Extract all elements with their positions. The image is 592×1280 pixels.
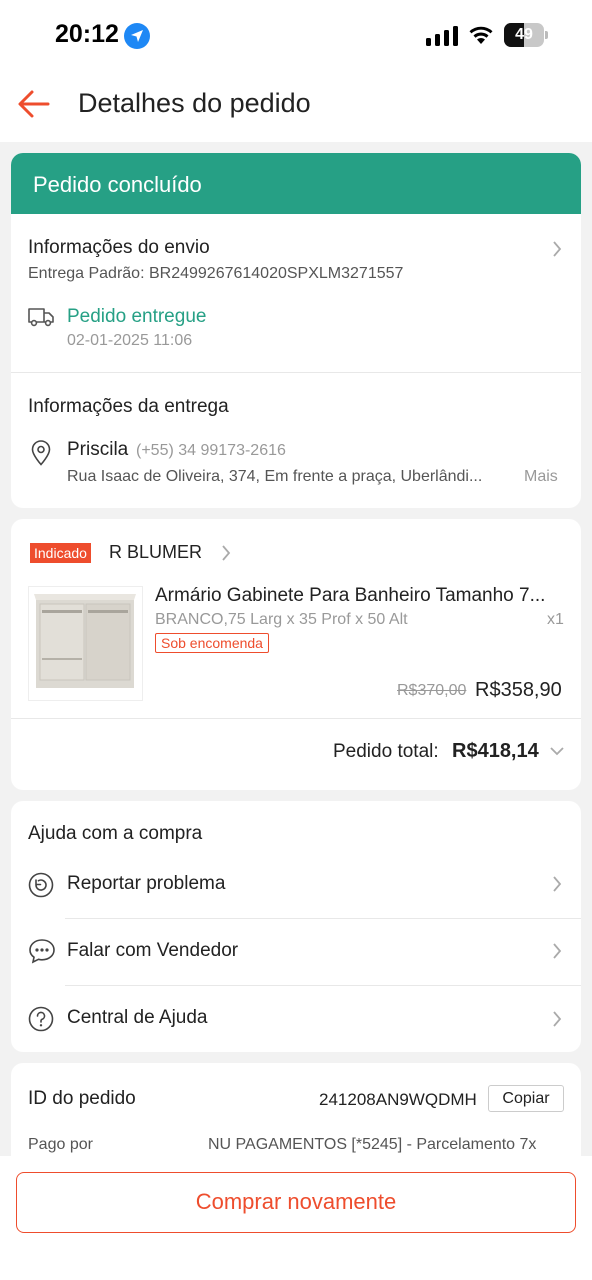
nav-bar: Detalhes do pedido — [0, 70, 592, 142]
tracking-number: Entrega Padrão: BR2499267614020SPXLM3271… — [28, 265, 404, 282]
help-icon — [28, 1006, 54, 1032]
order-total-value: R$418,14 — [452, 740, 539, 762]
shipping-info-title: Informações do envio — [28, 237, 210, 258]
chevron-right-icon — [553, 943, 562, 959]
page-title: Detalhes do pedido — [78, 88, 311, 118]
delivery-address: Rua Isaac de Oliveira, 374, Em frente a … — [67, 468, 483, 485]
product-card: Indicado R BLUMER Armário Gabinete Para … — [11, 519, 581, 790]
recommended-badge: Indicado — [30, 543, 91, 563]
delivery-date: 02-01-2025 11:06 — [67, 332, 193, 349]
product-image — [28, 586, 143, 701]
location-arrow-icon — [124, 23, 150, 49]
payment-method: NU PAGAMENTOS [*5245] - Parcelamento 7x — [208, 1136, 537, 1153]
help-title: Ajuda com a compra — [28, 823, 203, 844]
help-item-label: Reportar problema — [67, 873, 226, 894]
recipient-phone: (+55) 34 99173-2616 — [136, 442, 286, 459]
divider — [11, 372, 581, 373]
back-arrow-icon[interactable] — [16, 86, 52, 122]
recipient-name: Priscila — [67, 439, 129, 460]
help-item-label: Falar com Vendedor — [67, 940, 239, 961]
divider — [65, 918, 581, 919]
chat-icon — [29, 939, 55, 964]
wifi-icon — [469, 26, 493, 44]
order-total-label: Pedido total: — [333, 741, 439, 762]
cellular-signal-icon — [426, 26, 458, 46]
battery-percent: 49 — [515, 26, 533, 43]
paid-by-label: Pago por — [28, 1136, 93, 1153]
product-quantity: x1 — [547, 611, 564, 628]
divider — [11, 718, 581, 719]
help-item-label: Central de Ajuda — [67, 1007, 208, 1028]
address-more-link[interactable]: Mais — [524, 468, 558, 486]
product-price: R$358,90 — [475, 679, 562, 701]
bottom-bar: Comprar novamente — [0, 1156, 592, 1280]
preorder-tag: Sob encomenda — [155, 633, 269, 653]
location-pin-icon — [31, 440, 51, 466]
product-variant: BRANCO,75 Larg x 35 Prof x 50 Alt — [155, 611, 408, 628]
order-id-value: 241208AN9WQDMH — [319, 1090, 477, 1109]
chevron-right-icon — [553, 876, 562, 892]
chevron-down-icon — [550, 747, 564, 756]
delivery-status: Pedido entregue — [67, 306, 207, 327]
shop-name: R BLUMER — [109, 542, 203, 562]
help-card: Ajuda com a compra Reportar problema Fal… — [11, 801, 581, 1052]
order-id-label: ID do pedido — [28, 1088, 136, 1109]
buy-again-button[interactable]: Comprar novamente — [16, 1172, 576, 1233]
order-complete-banner: Pedido concluído — [11, 153, 581, 214]
product-title: Armário Gabinete Para Banheiro Tamanho 7… — [155, 585, 546, 606]
copy-order-id-button[interactable]: Copiar — [488, 1085, 564, 1112]
battery-tip — [545, 31, 548, 39]
report-icon — [28, 872, 54, 898]
chevron-right-icon — [222, 545, 231, 561]
original-price: R$370,00 — [397, 682, 467, 699]
status-bar: 20:12 49 — [0, 0, 592, 70]
truck-icon — [28, 308, 54, 327]
battery-icon: 49 — [504, 23, 544, 47]
chevron-right-icon — [553, 1011, 562, 1027]
clock: 20:12 — [55, 20, 119, 48]
delivery-info-title: Informações da entrega — [28, 396, 229, 417]
divider — [65, 985, 581, 986]
chevron-right-icon — [553, 241, 562, 257]
order-status-card: Pedido concluído Informações do envio En… — [11, 153, 581, 508]
